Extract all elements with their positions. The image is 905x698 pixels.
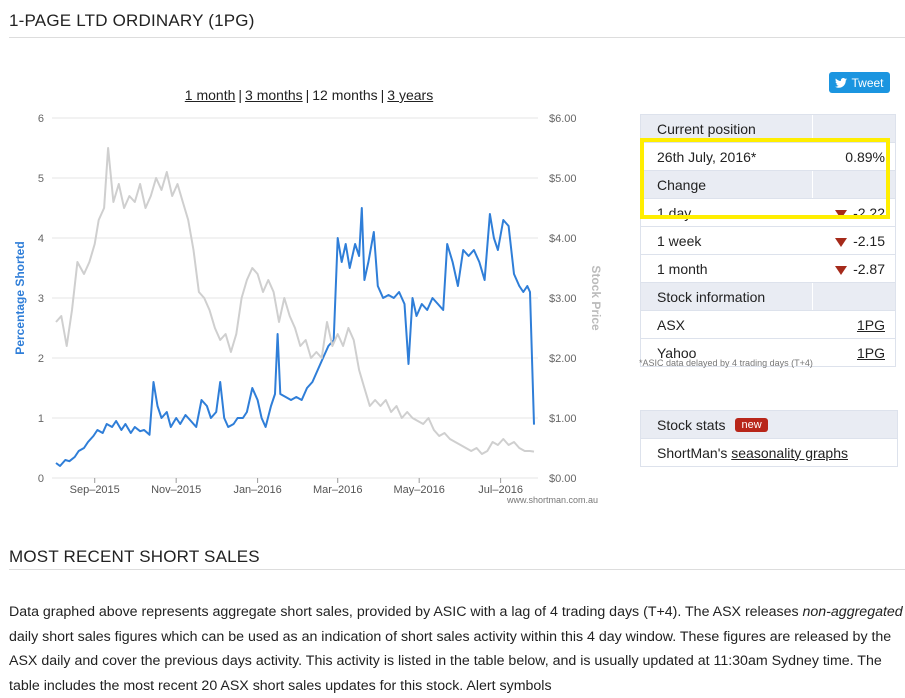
x-tick-label: Nov–2015 xyxy=(151,484,201,496)
range-1-month-link[interactable]: 1 month xyxy=(185,87,236,103)
y-left-tick-label: 5 xyxy=(38,173,44,185)
yahoo-link[interactable]: 1PG xyxy=(857,345,885,361)
change-value-cell: -2.87 xyxy=(812,254,896,283)
change-row-1-week: 1 week -2.15 xyxy=(640,226,896,255)
y-right-tick-label: $6.00 xyxy=(549,113,577,125)
y-right-axis-title: Stock Price xyxy=(589,265,603,331)
change-value-cell: -2.15 xyxy=(812,226,896,255)
asx-link[interactable]: 1PG xyxy=(857,317,885,333)
x-tick-label: Sep–2015 xyxy=(70,484,120,496)
y-left-tick-label: 1 xyxy=(38,413,44,425)
description-paragraph: Data graphed above represents aggregate … xyxy=(9,600,905,698)
new-badge: new xyxy=(735,417,768,432)
change-row-1-month: 1 month -2.87 xyxy=(640,254,896,283)
range-selector: 1 month | 3 months | 12 months | 3 years xyxy=(0,87,618,103)
y-left-tick-label: 4 xyxy=(38,233,44,245)
asx-label: ASX xyxy=(640,310,813,339)
y-right-tick-label: $4.00 xyxy=(549,233,577,245)
page-title: 1-PAGE LTD ORDINARY (1PG) xyxy=(9,11,255,30)
stock-price-series-line xyxy=(55,147,535,455)
description-emphasis: non-aggregated xyxy=(802,604,903,620)
seasonality-row: ShortMan's seasonality graphs xyxy=(641,438,897,466)
y-left-tick-label: 3 xyxy=(38,293,44,305)
chart-watermark: www.shortman.com.au xyxy=(506,495,598,505)
y-right-tick-label: $3.00 xyxy=(549,293,577,305)
x-tick-label: Jan–2016 xyxy=(233,484,281,496)
stock-info-header: Stock information xyxy=(640,282,813,311)
description-part-1: Data graphed above represents aggregate … xyxy=(9,604,803,620)
change-value: -2.87 xyxy=(853,260,885,277)
seasonality-graphs-link[interactable]: seasonality graphs xyxy=(731,445,848,461)
y-right-tick-label: $0.00 xyxy=(549,473,577,485)
y-left-axis-title: Percentage Shorted xyxy=(13,241,27,354)
section-title-short-sales: MOST RECENT SHORT SALES xyxy=(9,547,260,566)
stock-info-header-row: Stock information xyxy=(640,282,896,311)
x-tick-label: Mar–2016 xyxy=(313,484,363,496)
tweet-label: Tweet xyxy=(851,75,884,90)
stock-stats-panel: Stock stats new ShortMan's seasonality g… xyxy=(640,410,898,467)
tweet-button[interactable]: Tweet xyxy=(829,72,890,93)
change-label: 1 month xyxy=(640,254,813,283)
highlight-box xyxy=(640,138,890,219)
down-arrow-icon xyxy=(835,237,848,247)
stock-stats-header: Stock stats xyxy=(657,416,726,433)
y-right-tick-label: $2.00 xyxy=(549,353,577,365)
change-value: -2.15 xyxy=(853,232,885,249)
y-right-tick-label: $5.00 xyxy=(549,173,577,185)
range-3-months-link[interactable]: 3 months xyxy=(245,87,303,103)
down-arrow-icon xyxy=(835,265,848,275)
range-separator: | xyxy=(238,87,243,103)
short-position-chart: 0 1 2 3 4 5 6 $0.00 $1.00 $2.00 $3.00 $4.00 $5.00 $6.… xyxy=(13,113,603,505)
range-3-years-link[interactable]: 3 years xyxy=(387,87,433,103)
y-left-tick-label: 6 xyxy=(38,113,44,125)
range-separator: | xyxy=(305,87,310,103)
percentage-shorted-series-line xyxy=(55,207,535,467)
title-divider xyxy=(9,37,905,38)
asic-delay-footnote: *ASIC data delayed by 4 trading days (T+… xyxy=(639,358,813,368)
y-left-tick-label: 0 xyxy=(38,473,44,485)
asx-row: ASX 1PG xyxy=(640,310,896,339)
range-separator: | xyxy=(380,87,385,103)
header-blank-cell xyxy=(811,282,896,311)
x-tick-label: May–2016 xyxy=(393,484,444,496)
twitter-bird-icon xyxy=(835,77,848,88)
range-12-months-current: 12 months xyxy=(312,87,378,103)
y-left-tick-label: 2 xyxy=(38,353,44,365)
y-right-tick-label: $1.00 xyxy=(549,413,577,425)
yahoo-cell: 1PG xyxy=(812,338,896,367)
section-divider xyxy=(9,569,905,570)
stock-stats-header-row: Stock stats new xyxy=(641,411,897,438)
asx-cell: 1PG xyxy=(812,310,896,339)
seasonality-prefix: ShortMan's xyxy=(657,444,732,461)
change-label: 1 week xyxy=(640,226,813,255)
description-part-2: daily short sales figures which can be u… xyxy=(9,628,892,694)
